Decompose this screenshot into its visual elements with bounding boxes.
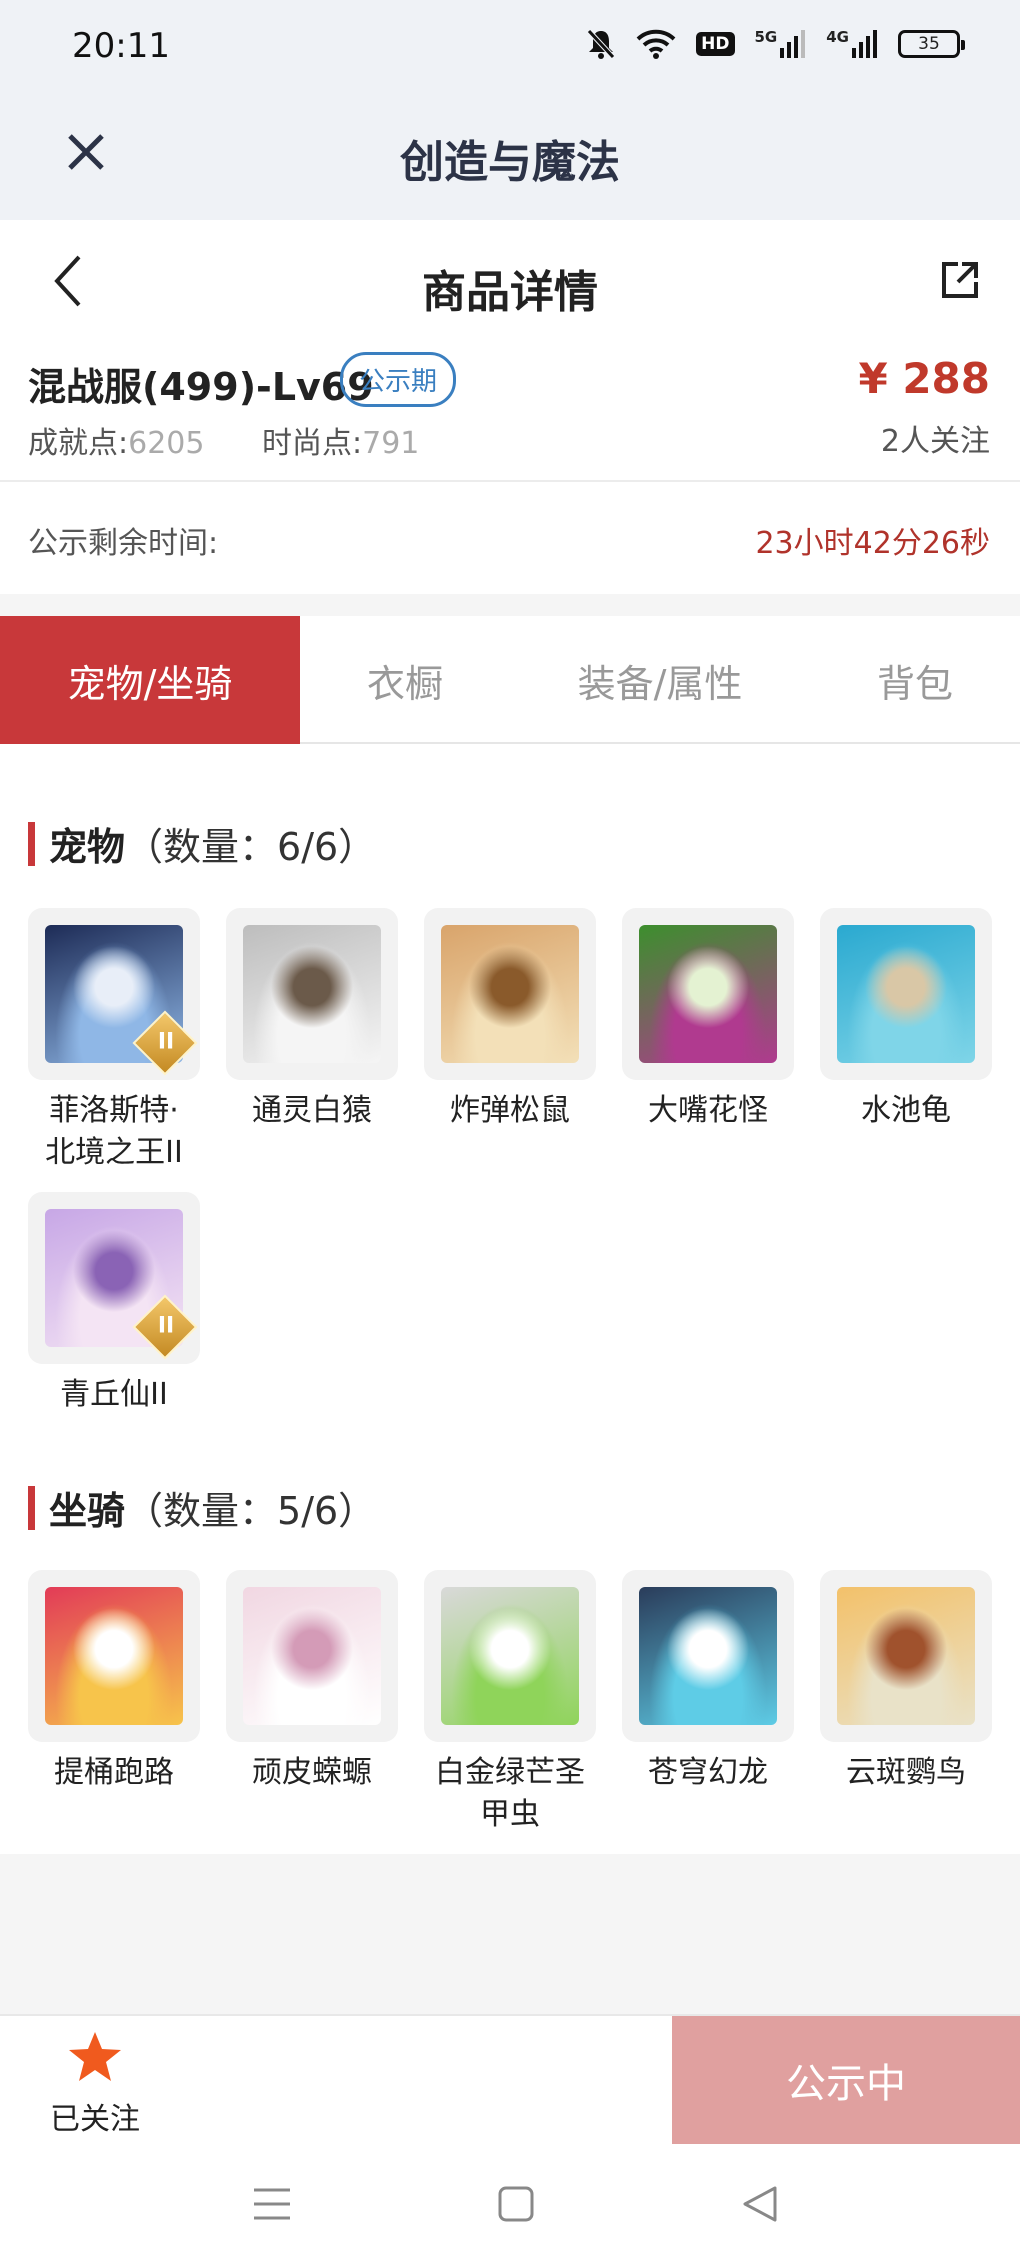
star-icon (67, 2032, 123, 2088)
item-name: 大嘴花怪 (648, 1093, 768, 1128)
item-thumbnail (820, 1570, 992, 1742)
achievement-label: 成就点: (28, 426, 129, 461)
item-thumbnail (820, 908, 992, 1080)
follow-button[interactable]: 已关注 (30, 2030, 160, 2138)
wifi-icon (636, 28, 676, 60)
pet-item[interactable]: 水池龟 (820, 908, 992, 1132)
mute-bell-icon (586, 28, 616, 60)
pet-item[interactable]: II 菲洛斯特· 北境之王II (28, 908, 200, 1174)
system-nav-bar (0, 2144, 1020, 2267)
achievement-value: 6205 (128, 426, 205, 461)
mounts-count: （数量：5/6） (125, 1489, 377, 1533)
detail-tabs: 宠物/坐骑 衣橱 装备/属性 背包 (0, 616, 1020, 744)
item-image (837, 1587, 975, 1725)
item-thumbnail (226, 908, 398, 1080)
pet-item[interactable]: 大嘴花怪 (622, 908, 794, 1132)
pet-item[interactable]: 通灵白猿 (226, 908, 398, 1132)
item-name: 炸弹松鼠 (450, 1093, 570, 1128)
share-icon[interactable] (930, 250, 990, 310)
status-badge: 公示期 (340, 352, 457, 407)
follow-label: 已关注 (50, 2102, 140, 2137)
tier-badge-label: II (157, 1313, 175, 1339)
item-thumbnail (424, 908, 596, 1080)
battery-level: 35 (918, 34, 940, 54)
pet-item[interactable]: II 青丘仙II (28, 1192, 200, 1416)
fashion-points: 时尚点:791 (262, 418, 419, 462)
item-image (639, 1587, 777, 1725)
page-title: 商品详情 (422, 267, 598, 318)
bottom-action-bar: 已关注 公示中 (0, 2014, 1020, 2144)
item-image (441, 925, 579, 1063)
app-title-bar: 创造与魔法 (0, 100, 1020, 220)
signal-5g-icon: 5G (755, 30, 807, 58)
signal-5g-label: 5G (754, 28, 778, 46)
publicity-button[interactable]: 公示中 (672, 2016, 1020, 2144)
item-name: 白金绿芒圣 甲虫 (435, 1755, 585, 1832)
item-thumbnail: II (28, 1192, 200, 1364)
mounts-section-title: 坐骑 （数量：5/6） (28, 1480, 376, 1535)
item-thumbnail (622, 908, 794, 1080)
app-title: 创造与魔法 (400, 137, 620, 188)
item-image (243, 925, 381, 1063)
mounts-title: 坐骑 (49, 1489, 126, 1533)
home-icon[interactable] (486, 2174, 546, 2234)
item-name: 通灵白猿 (252, 1093, 372, 1128)
product-price: ¥ 288 (858, 354, 990, 403)
pets-mounts-panel: 宠物 （数量：6/6） II 菲洛斯特· 北境之王II 通灵白猿 炸弹松鼠 大嘴花怪 水池龟… (0, 744, 1020, 1854)
fashion-label: 时尚点: (262, 426, 363, 461)
item-image (837, 925, 975, 1063)
item-name: 提桶跑路 (54, 1755, 174, 1790)
product-name: 混战服(499)-Lv69 (28, 365, 374, 409)
menu-icon[interactable] (242, 2174, 302, 2234)
item-name: 青丘仙II (60, 1377, 168, 1412)
mount-item[interactable]: 顽皮蝾螈 (226, 1570, 398, 1794)
back-triangle-icon[interactable] (730, 2174, 790, 2234)
item-image (441, 1587, 579, 1725)
item-thumbnail (226, 1570, 398, 1742)
item-image (45, 1587, 183, 1725)
status-icons: HD 5G 4G 35 (586, 28, 965, 60)
publicity-timer: 公示剩余时间: 23小时42分26秒 (0, 482, 1020, 594)
item-name: 云斑鹦鸟 (846, 1755, 966, 1790)
signal-4g-icon: 4G (826, 30, 878, 58)
section-marker (28, 1485, 35, 1530)
item-image (243, 1587, 381, 1725)
status-time: 20:11 (72, 26, 170, 66)
battery-icon: 35 (898, 30, 965, 58)
fashion-value: 791 (362, 426, 420, 461)
tier-badge-label: II (157, 1029, 175, 1055)
tab-equipment[interactable]: 装备/属性 (510, 616, 810, 744)
item-image (639, 925, 777, 1063)
mount-item[interactable]: 白金绿芒圣 甲虫 (424, 1570, 596, 1836)
follower-count: 2人关注 (880, 424, 990, 459)
hd-voice-icon: HD (696, 32, 735, 56)
pets-count: （数量：6/6） (125, 825, 377, 869)
status-bar: 20:11 HD 5G 4G 35 (0, 0, 1020, 100)
signal-4g-label: 4G (826, 28, 849, 46)
item-thumbnail (424, 1570, 596, 1742)
pet-item[interactable]: 炸弹松鼠 (424, 908, 596, 1132)
achievement-points: 成就点:6205 (28, 418, 204, 462)
item-thumbnail: II (28, 908, 200, 1080)
item-name: 顽皮蝾螈 (252, 1755, 372, 1790)
mount-item[interactable]: 提桶跑路 (28, 1570, 200, 1794)
pets-section-title: 宠物 （数量：6/6） (28, 816, 376, 871)
product-info: 混战服(499)-Lv69 公示期 ¥ 288 成就点:6205 时尚点:791… (0, 340, 1020, 482)
tab-pets-mounts[interactable]: 宠物/坐骑 (0, 616, 300, 744)
item-thumbnail (622, 1570, 794, 1742)
tab-backpack[interactable]: 背包 (810, 616, 1020, 744)
tab-wardrobe[interactable]: 衣橱 (300, 616, 510, 744)
item-name: 苍穹幻龙 (648, 1755, 768, 1790)
timer-value: 23小时42分26秒 (755, 526, 990, 561)
pets-title: 宠物 (49, 825, 126, 869)
item-name: 水池龟 (861, 1093, 951, 1128)
mount-item[interactable]: 云斑鹦鸟 (820, 1570, 992, 1794)
timer-label: 公示剩余时间: (28, 526, 219, 561)
section-marker (28, 821, 35, 866)
page-header: 商品详情 (0, 220, 1020, 340)
item-name: 菲洛斯特· 北境之王II (45, 1093, 183, 1170)
mount-item[interactable]: 苍穹幻龙 (622, 1570, 794, 1794)
item-thumbnail (28, 1570, 200, 1742)
